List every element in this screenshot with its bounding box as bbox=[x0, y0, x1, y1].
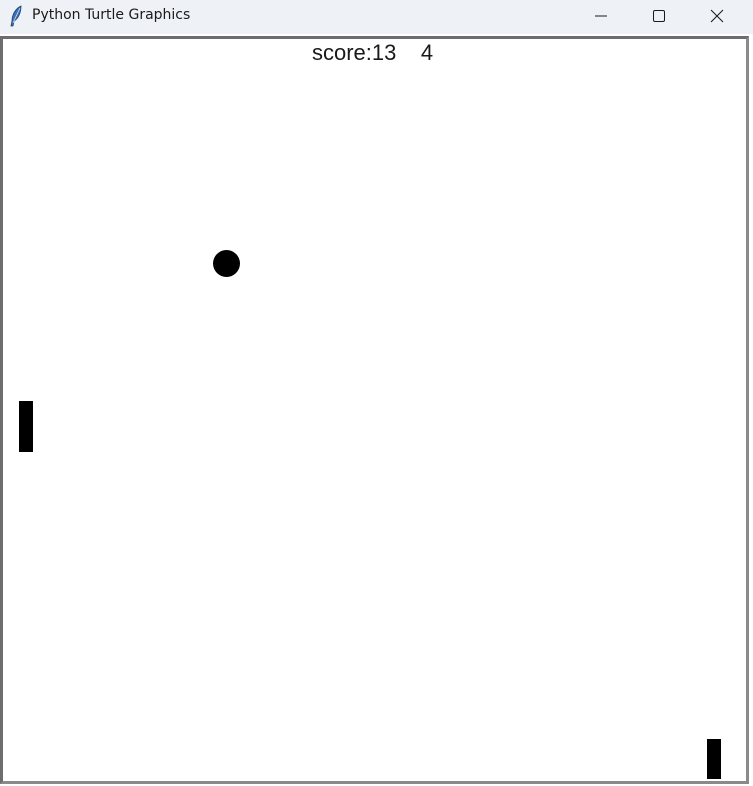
window-edge bbox=[749, 36, 753, 786]
maximize-button[interactable] bbox=[630, 0, 688, 32]
feather-icon bbox=[9, 5, 23, 27]
minimize-icon bbox=[595, 15, 607, 17]
minimize-button[interactable] bbox=[572, 0, 630, 32]
close-button[interactable] bbox=[688, 0, 746, 32]
close-icon bbox=[710, 9, 724, 23]
canvas-frame: score:13 4 bbox=[0, 36, 749, 784]
turtle-window: Python Turtle Graphics score:13 4 bbox=[0, 0, 753, 786]
window-title: Python Turtle Graphics bbox=[32, 7, 191, 23]
score-display: score:13 4 bbox=[312, 40, 434, 65]
ball bbox=[213, 250, 240, 277]
right-paddle bbox=[707, 739, 721, 779]
title-bar[interactable]: Python Turtle Graphics bbox=[0, 0, 753, 34]
game-canvas[interactable]: score:13 4 bbox=[3, 39, 746, 781]
left-paddle bbox=[19, 401, 33, 452]
maximize-icon bbox=[653, 10, 665, 22]
